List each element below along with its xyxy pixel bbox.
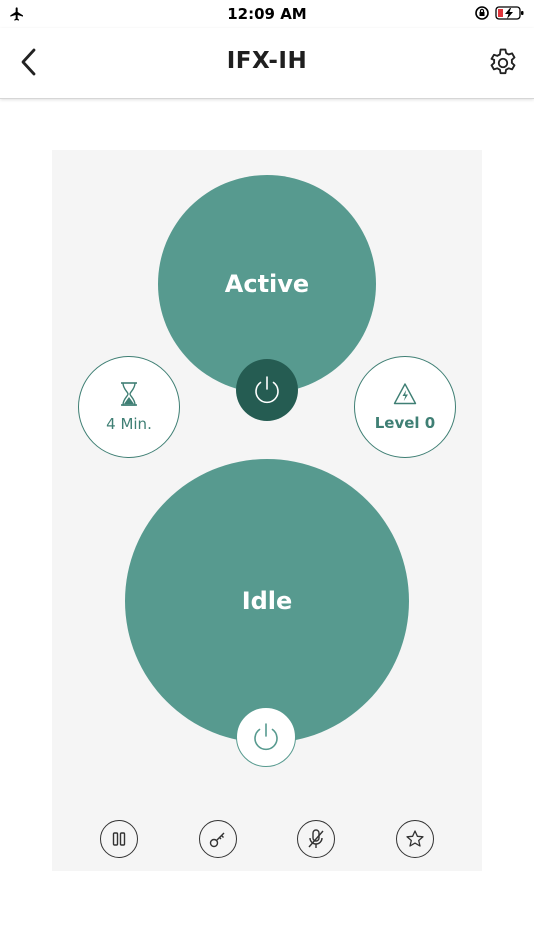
power-icon: [255, 376, 279, 404]
hourglass-icon: [121, 382, 137, 406]
idle-zone-label: Idle: [241, 587, 293, 615]
orientation-lock-icon: [474, 5, 490, 25]
level-button[interactable]: Level 0: [354, 356, 456, 458]
level-label: Level 0: [374, 414, 436, 432]
power-level-icon: [393, 383, 417, 405]
status-bar: 12:09 AM: [0, 0, 534, 28]
mute-mic-button[interactable]: [297, 820, 335, 858]
page-title: IFX-IH: [226, 48, 308, 74]
mute-mic-icon: [308, 829, 324, 848]
idle-zone-power-button[interactable]: [236, 707, 296, 767]
key-button[interactable]: [199, 820, 237, 858]
gear-icon: [490, 48, 516, 75]
timer-button[interactable]: 4 Min.: [78, 356, 180, 458]
favorite-button[interactable]: [396, 820, 434, 858]
nav-bar: IFX-IH: [0, 28, 534, 99]
active-zone-label: Active: [224, 270, 310, 298]
settings-button[interactable]: [486, 46, 520, 80]
timer-label: 4 Min.: [106, 415, 152, 433]
idle-zone-button[interactable]: Idle: [125, 459, 409, 743]
status-time: 12:09 AM: [227, 5, 307, 23]
battery-charging-icon: [495, 5, 525, 25]
power-icon: [254, 723, 278, 751]
star-icon: [406, 830, 424, 847]
key-icon: [209, 832, 225, 848]
pause-icon: [112, 832, 126, 846]
pause-button[interactable]: [100, 820, 138, 858]
active-zone-power-button[interactable]: [236, 359, 298, 421]
